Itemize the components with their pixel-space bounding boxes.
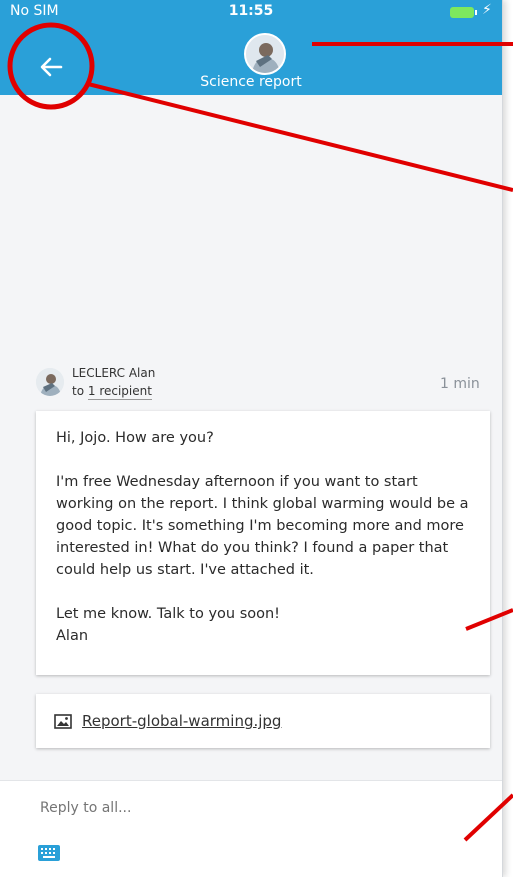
- sender-avatar: [36, 368, 64, 396]
- reply-input[interactable]: [38, 799, 462, 817]
- recipients-prefix: to: [72, 384, 85, 398]
- battery-tip: [475, 10, 477, 15]
- message-card: Hi, Jojo. How are you? I'm free Wednesda…: [36, 411, 490, 675]
- charging-icon: ⚡: [482, 2, 492, 18]
- conversation-title: Science report: [200, 74, 302, 90]
- sender-name: LECLERC Alan: [72, 366, 156, 380]
- recipients-link[interactable]: 1 recipient: [87, 384, 152, 400]
- image-icon: [54, 713, 72, 729]
- phone-screen: No SIM 11:55 ⚡ Science report LECLERC Al…: [0, 0, 503, 877]
- reply-area: [0, 780, 502, 877]
- keyboard-icon: [38, 845, 60, 861]
- message-paragraph: I'm free Wednesday afternoon if you want…: [56, 474, 469, 578]
- status-time: 11:55: [228, 3, 274, 19]
- message-paragraph: Hi, Jojo. How are you?: [56, 430, 214, 446]
- message-signature: Alan: [56, 628, 89, 644]
- attachment-link[interactable]: Report-global-warming.jpg: [82, 712, 281, 730]
- battery-icon: [450, 7, 474, 18]
- keyboard-button[interactable]: [38, 845, 60, 865]
- attachment-item[interactable]: Report-global-warming.jpg: [36, 694, 490, 748]
- recipients-line: to 1 recipient: [72, 384, 152, 400]
- conversation-avatar[interactable]: [244, 33, 286, 75]
- message-paragraph: Let me know. Talk to you soon!: [56, 606, 280, 622]
- top-bar: No SIM 11:55 ⚡ Science report: [0, 0, 502, 95]
- message-time: 1 min: [440, 376, 480, 392]
